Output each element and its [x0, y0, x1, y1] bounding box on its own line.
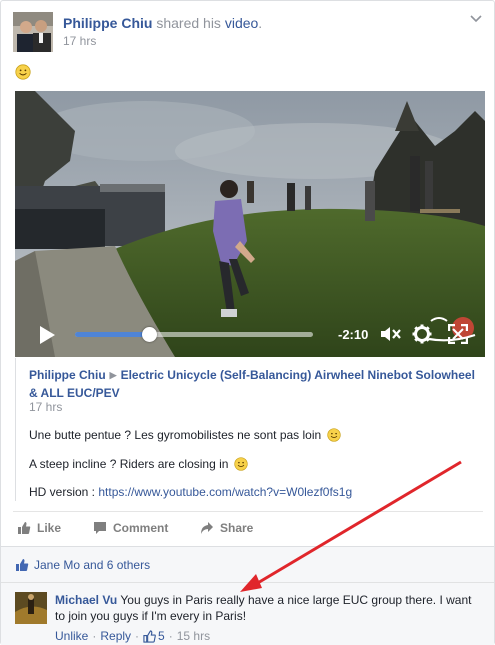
like-button[interactable]: Like	[17, 521, 61, 535]
meta-separator: ·	[92, 629, 97, 643]
share-arrow-icon	[201, 522, 213, 534]
video-player[interactable]: -2:10	[15, 91, 485, 357]
post-options-chevron-icon[interactable]	[469, 12, 483, 26]
video-progress-fill	[75, 332, 149, 337]
fullscreen-icon[interactable]	[448, 324, 468, 344]
post-action-text: shared his	[156, 15, 221, 31]
thumbs-up-icon	[18, 522, 31, 534]
play-icon[interactable]	[37, 325, 57, 345]
shared-attachment: Philippe Chiu ▶ Electric Unicycle (Self-Ba…	[15, 358, 485, 501]
attachment-text-english: A steep incline ? Riders are closing in	[29, 457, 248, 471]
author-avatar[interactable]	[13, 12, 53, 52]
meta-separator: ·	[135, 629, 140, 643]
smiley-emoji-icon	[326, 428, 341, 442]
comment-bubble-icon	[94, 522, 106, 534]
video-controls: -2:10	[15, 311, 485, 357]
share-label: Share	[220, 521, 254, 535]
like-reaction-icon	[16, 559, 29, 571]
comment-item: Michael Vu You guys in Paris really have…	[1, 582, 494, 645]
attachment-timestamp[interactable]: 17 hrs	[29, 400, 62, 414]
comment-like-number: 5	[158, 629, 165, 643]
smiley-emoji-icon	[15, 64, 31, 80]
attachment-line-1: Une butte pentue ? Les gyromobilistes ne…	[29, 428, 322, 442]
post-author-line: Philippe Chiu shared his video.	[63, 15, 262, 31]
comment-like-count[interactable]: 5	[143, 629, 165, 643]
share-button[interactable]: Share	[200, 521, 253, 535]
video-progress-bar[interactable]	[75, 327, 313, 342]
hd-version-label: HD version :	[29, 485, 99, 499]
commenter-avatar[interactable]	[15, 592, 47, 624]
comment-label: Comment	[113, 521, 169, 535]
video-time-remaining: -2:10	[338, 327, 369, 342]
attachment-text-french: Une butte pentue ? Les gyromobilistes ne…	[29, 428, 341, 442]
attachment-hd-line: HD version : https://www.youtube.com/wat…	[29, 485, 352, 499]
breadcrumb-arrow-icon: ▶	[109, 370, 117, 380]
video-progress-knob[interactable]	[141, 327, 157, 342]
meta-separator: ·	[168, 629, 173, 643]
post-author-name[interactable]: Philippe Chiu	[63, 15, 152, 31]
attachment-line-2: A steep incline ? Riders are closing in	[29, 457, 229, 471]
comment-text: You guys in Paris really have a nice lar…	[55, 593, 472, 623]
post-action-bar: Like Comment Share	[13, 511, 483, 541]
post-video-link[interactable]: video	[225, 15, 258, 31]
like-label: Like	[37, 521, 62, 535]
post-action-suffix: .	[258, 15, 263, 31]
smiley-emoji-icon	[234, 457, 248, 471]
comment-unlike-link[interactable]: Unlike	[55, 629, 88, 643]
attachment-title: Philippe Chiu ▶ Electric Unicycle (Self-Ba…	[29, 367, 479, 402]
settings-gear-icon[interactable]	[412, 324, 432, 344]
comment-body: Michael Vu You guys in Paris really have…	[55, 592, 475, 624]
thumbs-up-outline-icon	[143, 629, 156, 643]
comment-button[interactable]: Comment	[93, 521, 168, 535]
comment-timestamp[interactable]: 15 hrs	[177, 629, 210, 643]
hd-version-link[interactable]: https://www.youtube.com/watch?v=W0lezf0f…	[98, 485, 352, 499]
commenter-name[interactable]: Michael Vu	[55, 593, 117, 607]
comment-meta: Unlike · Reply · 5 · 15 hrs	[55, 629, 210, 643]
likes-summary-link[interactable]: Jane Mo and 6 others	[34, 558, 150, 572]
likes-summary-bar: Jane Mo and 6 others	[1, 546, 494, 582]
post-timestamp[interactable]: 17 hrs	[63, 34, 96, 48]
mute-icon[interactable]	[380, 324, 402, 344]
comment-reply-link[interactable]: Reply	[100, 629, 131, 643]
post-header: Philippe Chiu shared his video. 17 hrs	[13, 12, 483, 52]
post-card: Philippe Chiu shared his video. 17 hrs -…	[0, 0, 495, 645]
attachment-author-link[interactable]: Philippe Chiu	[29, 368, 106, 382]
